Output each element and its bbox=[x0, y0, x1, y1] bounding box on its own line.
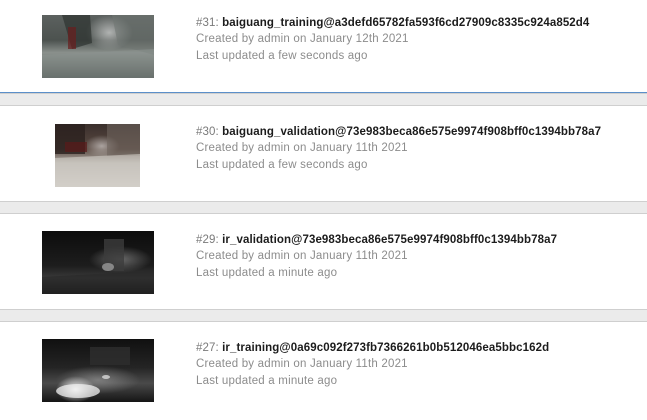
job-thumbnail[interactable] bbox=[42, 339, 154, 402]
job-updated: Last updated a minute ago bbox=[196, 266, 338, 279]
job-name[interactable]: ir_validation@73e983beca86e575e9974f908b… bbox=[222, 234, 557, 246]
camera-frame-icon bbox=[56, 347, 130, 398]
job-name[interactable]: ir_training@0a69c092f273fb7366261b0b5120… bbox=[222, 342, 549, 354]
job-number: #27: bbox=[196, 342, 219, 354]
job-title[interactable]: #29: ir_validation@73e983beca86e575e9974… bbox=[196, 233, 641, 248]
job-created: Created by admin on January 11th 2021 bbox=[196, 142, 408, 154]
card-divider bbox=[0, 201, 647, 214]
job-card[interactable]: #27: ir_training@0a69c092f273fb7366261b0… bbox=[0, 322, 647, 420]
job-thumbnail[interactable] bbox=[55, 124, 140, 187]
job-created: Created by admin on January 12th 2021 bbox=[196, 33, 409, 45]
job-title[interactable]: #31: baiguang_training@a3defd65782fa593f… bbox=[196, 16, 641, 31]
job-number: #31: bbox=[196, 17, 219, 29]
job-thumbnail[interactable] bbox=[42, 15, 154, 78]
job-info: #29: ir_validation@73e983beca86e575e9974… bbox=[196, 233, 641, 281]
job-info: #31: baiguang_training@a3defd65782fa593f… bbox=[196, 16, 641, 64]
job-updated: Last updated a minute ago bbox=[196, 374, 338, 387]
job-title[interactable]: #27: ir_training@0a69c092f273fb7366261b0… bbox=[196, 341, 641, 356]
job-list: #31: baiguang_training@a3defd65782fa593f… bbox=[0, 0, 647, 420]
job-number: #29: bbox=[196, 234, 219, 246]
job-thumbnail[interactable] bbox=[42, 231, 154, 294]
job-card[interactable]: #29: ir_validation@73e983beca86e575e9974… bbox=[0, 214, 647, 309]
job-updated: Last updated a few seconds ago bbox=[196, 49, 368, 62]
job-name[interactable]: baiguang_validation@73e983beca86e575e997… bbox=[222, 126, 601, 138]
job-created: Created by admin on January 11th 2021 bbox=[196, 358, 408, 370]
job-created: Created by admin on January 11th 2021 bbox=[196, 250, 408, 262]
job-info: #30: baiguang_validation@73e983beca86e57… bbox=[196, 125, 641, 173]
job-info: #27: ir_training@0a69c092f273fb7366261b0… bbox=[196, 341, 641, 389]
card-divider bbox=[0, 309, 647, 322]
job-number: #30: bbox=[196, 126, 219, 138]
job-card[interactable]: #30: baiguang_validation@73e983beca86e57… bbox=[0, 106, 647, 201]
job-title[interactable]: #30: baiguang_validation@73e983beca86e57… bbox=[196, 125, 641, 140]
job-card[interactable]: #31: baiguang_training@a3defd65782fa593f… bbox=[0, 0, 647, 93]
camera-frame-icon bbox=[42, 15, 154, 78]
camera-frame-icon bbox=[42, 239, 154, 294]
job-updated: Last updated a few seconds ago bbox=[196, 158, 368, 171]
camera-frame-icon bbox=[55, 124, 140, 187]
job-name[interactable]: baiguang_training@a3defd65782fa593f6cd27… bbox=[222, 17, 589, 29]
card-divider bbox=[0, 93, 647, 106]
